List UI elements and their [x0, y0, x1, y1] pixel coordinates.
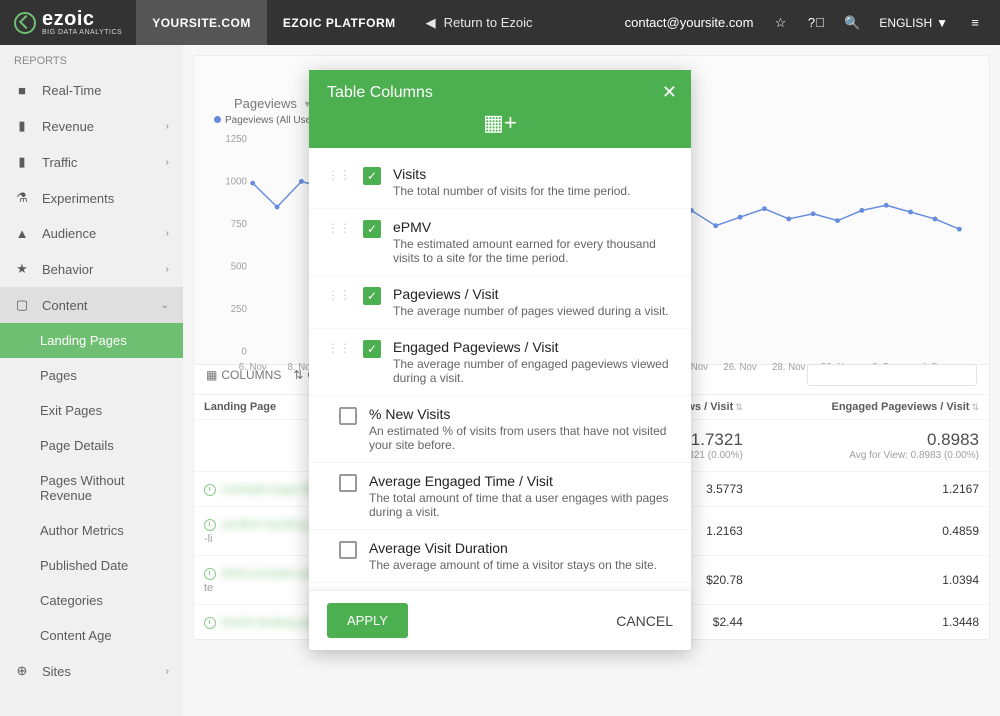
modal-header: Table Columns ✕ ▦+ — [309, 70, 691, 148]
column-option[interactable]: Average Word Count The average number of… — [309, 583, 691, 590]
modal-overlay: Table Columns ✕ ▦+ ⋮⋮ ✓ Visits The total… — [0, 0, 1000, 716]
column-title: Engaged Pageviews / Visit — [393, 339, 673, 355]
column-title: Pageviews / Visit — [393, 286, 673, 302]
column-option[interactable]: ⋮⋮ ✓ Engaged Pageviews / Visit The avera… — [309, 329, 691, 396]
checkbox[interactable]: ✓ — [363, 340, 381, 358]
column-desc: The average number of engaged pageviews … — [393, 357, 673, 385]
checkbox[interactable]: ✓ — [363, 287, 381, 305]
column-desc: The average amount of time a visitor sta… — [369, 558, 673, 572]
checkbox[interactable] — [339, 407, 357, 425]
drag-handle-icon[interactable]: ⋮⋮ — [327, 166, 351, 182]
column-option[interactable]: % New Visits An estimated % of visits fr… — [309, 396, 691, 463]
modal-footer: APPLY CANCEL — [309, 590, 691, 650]
column-title: Visits — [393, 166, 673, 182]
close-icon[interactable]: ✕ — [662, 82, 677, 103]
drag-handle-icon[interactable]: ⋮⋮ — [327, 286, 351, 302]
drag-handle-icon[interactable]: ⋮⋮ — [327, 219, 351, 235]
column-desc: The total number of visits for the time … — [393, 184, 673, 198]
column-desc: An estimated % of visits from users that… — [369, 424, 673, 452]
column-title: Average Visit Duration — [369, 540, 673, 556]
column-option[interactable]: ⋮⋮ ✓ Pageviews / Visit The average numbe… — [309, 276, 691, 329]
modal-title: Table Columns — [327, 84, 673, 102]
apply-button[interactable]: APPLY — [327, 603, 408, 638]
column-desc: The estimated amount earned for every th… — [393, 237, 673, 265]
checkbox[interactable]: ✓ — [363, 220, 381, 238]
checkbox[interactable]: ✓ — [363, 167, 381, 185]
column-option[interactable]: ⋮⋮ ✓ ePMV The estimated amount earned fo… — [309, 209, 691, 276]
column-title: ePMV — [393, 219, 673, 235]
columns-add-icon: ▦+ — [327, 102, 673, 136]
table-columns-modal: Table Columns ✕ ▦+ ⋮⋮ ✓ Visits The total… — [309, 70, 691, 650]
drag-handle-icon[interactable]: ⋮⋮ — [327, 339, 351, 355]
column-desc: The total amount of time that a user eng… — [369, 491, 673, 519]
checkbox[interactable] — [339, 474, 357, 492]
column-option[interactable]: Average Engaged Time / Visit The total a… — [309, 463, 691, 530]
cancel-button[interactable]: CANCEL — [616, 613, 673, 629]
column-title: % New Visits — [369, 406, 673, 422]
column-title: Average Engaged Time / Visit — [369, 473, 673, 489]
column-option[interactable]: Average Visit Duration The average amoun… — [309, 530, 691, 583]
checkbox[interactable] — [339, 541, 357, 559]
column-desc: The average number of pages viewed durin… — [393, 304, 673, 318]
modal-body: ⋮⋮ ✓ Visits The total number of visits f… — [309, 148, 691, 590]
column-option[interactable]: ⋮⋮ ✓ Visits The total number of visits f… — [309, 156, 691, 209]
